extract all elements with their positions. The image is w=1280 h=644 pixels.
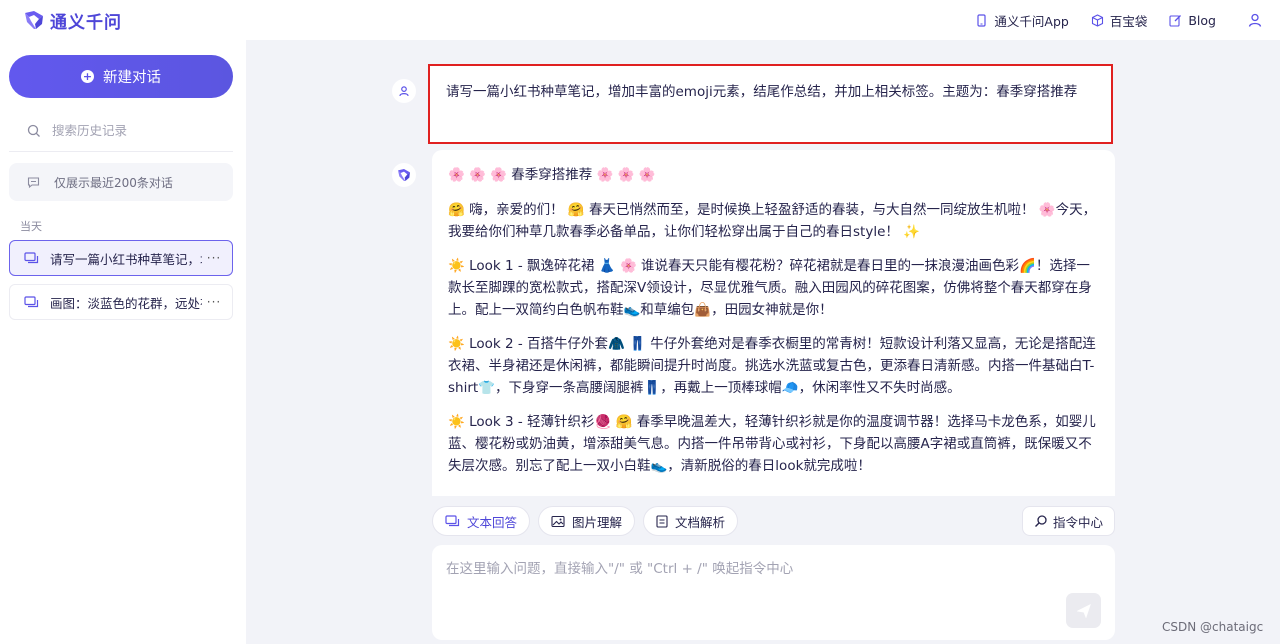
mode-toolbar: 文本回答 图片理解 文档解析	[432, 506, 746, 536]
response-paragraph: ☀️ Look 3 - 轻薄针织衫🧶 🤗 春季早晚温差大，轻薄针织衫就是你的温度…	[448, 414, 1096, 474]
toolbox-link[interactable]: 百宝袋	[1091, 11, 1148, 30]
chat-icon	[24, 295, 39, 307]
response-paragraph: 🤗 嗨，亲爱的们！ 🤗 春天已悄然而至，是时候换上轻盈舒适的春装，与大自然一同绽…	[448, 202, 1097, 240]
conversation-item[interactable]: 请写一篇小红书种草笔记，增加丰富的emoji元素 ···	[9, 240, 233, 276]
text-answer-label: 文本回答	[467, 514, 518, 530]
phone-icon	[977, 13, 987, 27]
image-understanding-label: 图片理解	[572, 514, 623, 530]
section-label-today: 当天	[20, 220, 42, 233]
brand[interactable]: 通义千问	[22, 8, 122, 33]
conversation-title: 画图：淡蓝色的花群，远处有山	[50, 295, 202, 311]
tongyi-logo-icon	[398, 169, 410, 181]
cube-icon	[1091, 13, 1103, 27]
image-icon	[551, 515, 565, 527]
user-icon	[1248, 13, 1262, 27]
top-links: 通义千问App 百宝袋 Blog	[953, 0, 1266, 40]
response-paragraph: ☀️ Look 1 - 飘逸碎花裙 👗 🌸 谁说春天只能有樱花粉？碎花裙就是春日…	[448, 258, 1092, 318]
history-search-input[interactable]	[52, 123, 212, 138]
account-avatar[interactable]	[1244, 9, 1266, 31]
text-answer-chip[interactable]: 文本回答	[432, 506, 531, 536]
conversation-title: 请写一篇小红书种草笔记，增加丰富的emoji元素	[50, 251, 202, 267]
prompt-input[interactable]	[446, 557, 1046, 627]
top-bar: 通义千问 通义千问App 百宝袋 Blog	[0, 0, 1280, 40]
image-understanding-chip[interactable]: 图片理解	[538, 506, 636, 536]
new-chat-button[interactable]: + 新建对话	[9, 55, 233, 98]
command-center-button[interactable]: 指令中心	[1022, 506, 1115, 536]
document-parsing-label: 文档解析	[675, 514, 726, 530]
command-center-label: 指令中心	[1052, 514, 1103, 530]
assistant-avatar	[392, 163, 416, 187]
more-options-icon[interactable]: ···	[202, 295, 226, 309]
blog-link-label: Blog	[1188, 12, 1216, 28]
conversation-item[interactable]: 画图：淡蓝色的花群，远处有山 ···	[9, 284, 233, 320]
edit-icon	[1169, 14, 1182, 27]
watermark: CSDN @chataigc	[1162, 620, 1264, 634]
app-link[interactable]: 通义千问App	[975, 11, 1069, 30]
user-message: 请写一篇小红书种草笔记，增加丰富的emoji元素，结尾作总结，并加上相关标签。主…	[428, 64, 1113, 144]
sidebar: + 新建对话 仅展示最近200条对话 当天 请写一篇小红书种草笔记，增加丰富的e…	[0, 40, 246, 644]
brand-name: 通义千问	[50, 12, 122, 33]
send-icon	[1076, 603, 1091, 618]
response-paragraph: ☀️ Look 2 - 百搭牛仔外套🧥 👖 牛仔外套绝对是春季衣橱里的常青树！短…	[448, 336, 1096, 396]
chat-icon	[445, 514, 460, 526]
history-notice: 仅展示最近200条对话	[9, 163, 233, 201]
command-icon	[1034, 515, 1047, 527]
chat-icon	[24, 251, 39, 263]
tongyi-logo-icon	[25, 11, 43, 29]
blog-link[interactable]: Blog	[1169, 13, 1216, 28]
search-icon	[27, 124, 40, 137]
toolbox-link-label: 百宝袋	[1109, 13, 1148, 29]
app-link-label: 通义千问App	[994, 13, 1069, 29]
send-button[interactable]	[1066, 593, 1101, 628]
user-avatar	[392, 79, 416, 103]
document-icon	[656, 514, 668, 528]
prompt-box	[432, 545, 1115, 640]
document-parsing-chip[interactable]: 文档解析	[643, 506, 739, 536]
plus-icon: +	[81, 70, 94, 83]
history-notice-text: 仅展示最近200条对话	[54, 175, 173, 190]
message-icon	[27, 176, 40, 188]
new-chat-label: 新建对话	[103, 70, 161, 86]
response-title: 🌸 🌸 🌸 春季穿搭推荐 🌸 🌸 🌸	[448, 167, 656, 183]
history-search	[9, 110, 233, 152]
user-icon	[399, 86, 409, 97]
assistant-message: 🌸 🌸 🌸 春季穿搭推荐 🌸 🌸 🌸 🤗 嗨，亲爱的们！ 🤗 春天已悄然而至，是…	[432, 150, 1115, 496]
more-options-icon[interactable]: ···	[202, 251, 226, 265]
